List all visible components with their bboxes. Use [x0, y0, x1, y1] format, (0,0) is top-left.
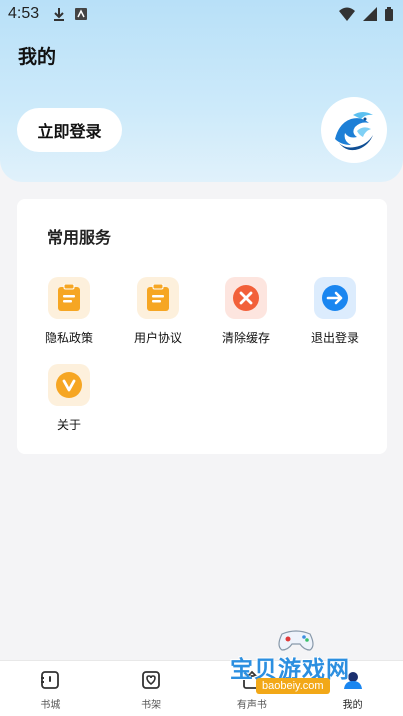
page-title: 我的 — [18, 46, 57, 68]
bookstore-icon — [41, 671, 60, 689]
status-time: 4:53 — [8, 5, 40, 22]
nav-label: 书城 — [40, 700, 61, 711]
about-icon-bg — [48, 364, 90, 406]
nav-item-audiobook[interactable]: 有声书 — [202, 661, 303, 716]
nav-item-bookstore[interactable]: 书城 — [0, 661, 101, 716]
service-label: 退出登录 — [310, 331, 359, 345]
document-icon — [147, 284, 169, 311]
nav-item-bookshelf[interactable]: 书架 — [101, 661, 202, 716]
user-agreement-item[interactable]: 用户协议 — [114, 277, 202, 357]
document-icon — [58, 284, 80, 311]
service-label: 关于 — [56, 418, 81, 432]
status-bar: 4:53 — [0, 0, 403, 28]
audiobook-icon — [242, 670, 261, 689]
service-label: 用户协议 — [133, 331, 182, 345]
services-card: 常用服务 隐私政策 用户协议 清除缓存 退出登录 关于 — [17, 199, 387, 454]
bookshelf-icon — [142, 671, 161, 689]
nav-label: 我的 — [342, 700, 363, 711]
service-label: 隐私政策 — [44, 331, 93, 345]
battery-icon — [385, 7, 393, 21]
chevron-v-icon — [56, 372, 82, 398]
logout-item[interactable]: 退出登录 — [291, 277, 379, 357]
login-button[interactable]: 立即登录 — [17, 108, 122, 152]
avatar[interactable] — [321, 97, 387, 163]
nav-label: 书架 — [141, 700, 162, 711]
close-circle-icon — [233, 285, 259, 311]
clear-cache-item[interactable]: 清除缓存 — [202, 277, 290, 357]
app-notification-icon — [75, 8, 88, 20]
service-label: 清除缓存 — [221, 331, 270, 345]
gamepad-icon — [278, 630, 314, 651]
services-title: 常用服务 — [47, 228, 112, 247]
logout-icon-bg — [314, 277, 356, 319]
wifi-icon — [339, 7, 355, 21]
about-item[interactable]: 关于 — [25, 364, 113, 444]
bottom-nav: 书城 书架 有声书 我的 — [0, 660, 403, 716]
signal-icon — [363, 7, 377, 21]
privacy-policy-icon-bg — [48, 277, 90, 319]
privacy-policy-item[interactable]: 隐私政策 — [25, 277, 113, 357]
nav-item-profile[interactable]: 我的 — [302, 661, 403, 716]
user-agreement-icon-bg — [137, 277, 179, 319]
clear-cache-icon-bg — [225, 277, 267, 319]
profile-icon — [343, 672, 362, 689]
nav-label: 有声书 — [236, 700, 267, 711]
arrow-right-circle-icon — [322, 285, 348, 311]
wave-dolphin-logo-icon — [326, 102, 382, 158]
download-icon — [54, 8, 65, 21]
